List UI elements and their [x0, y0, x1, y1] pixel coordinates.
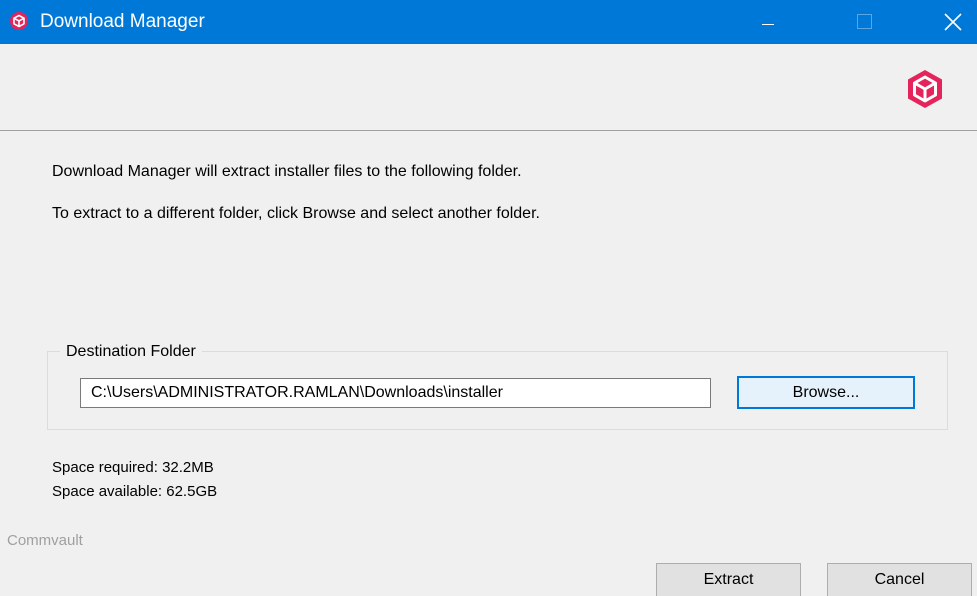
title-bar[interactable]: Download Manager — [0, 0, 977, 44]
extract-button[interactable]: Extract — [656, 563, 801, 596]
header-banner — [0, 44, 977, 130]
destination-folder-label: Destination Folder — [60, 342, 202, 362]
destination-path-input[interactable] — [80, 378, 711, 408]
commvault-cube-icon — [908, 70, 942, 108]
cancel-button[interactable]: Cancel — [827, 563, 972, 596]
header-divider — [0, 130, 977, 131]
brand-label: Commvault — [7, 532, 83, 549]
space-available-text: Space available: 62.5GB — [52, 483, 218, 500]
close-icon — [944, 13, 962, 31]
close-button[interactable] — [931, 0, 977, 44]
window-title: Download Manager — [40, 11, 205, 32]
maximize-button[interactable] — [842, 0, 888, 44]
space-required-text: Space required: 32.2MB — [52, 459, 214, 476]
commvault-cube-icon — [10, 12, 28, 30]
instruction-text: Download Manager will extract installer … — [52, 163, 522, 180]
instruction-text-browse: To extract to a different folder, click … — [52, 205, 540, 222]
minimize-button[interactable] — [745, 0, 791, 44]
browse-button[interactable]: Browse... — [737, 376, 915, 409]
